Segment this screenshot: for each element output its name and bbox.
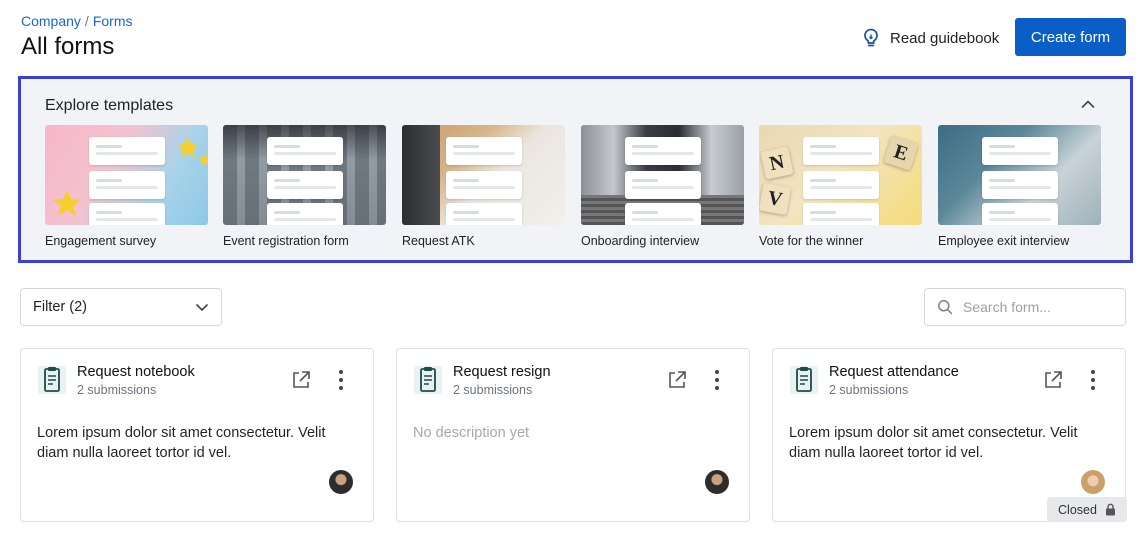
form-description: No description yet — [413, 425, 530, 441]
form-submissions: 2 submissions — [829, 383, 909, 397]
explore-templates-panel: Explore templates Engagement survey Even… — [18, 76, 1133, 263]
form-submissions: 2 submissions — [453, 383, 533, 397]
search-box[interactable] — [924, 288, 1126, 326]
template-card-event-registration[interactable]: Event registration form — [223, 125, 386, 248]
template-thumbnail — [581, 125, 744, 225]
mini-form-card — [89, 137, 165, 165]
lightbulb-icon — [864, 28, 878, 47]
read-guidebook-button[interactable]: Read guidebook — [862, 26, 999, 50]
mini-form-card — [803, 203, 879, 225]
clipboard-icon — [790, 366, 818, 394]
mini-form-card — [982, 203, 1058, 225]
template-thumbnail: N V E — [759, 125, 922, 225]
letter-tile: N — [760, 146, 794, 180]
mini-form-card — [89, 203, 165, 225]
template-label: Request ATK — [402, 234, 475, 248]
template-card-request-atk[interactable]: Request ATK — [402, 125, 565, 248]
external-link-icon[interactable] — [1043, 370, 1063, 390]
more-vertical-icon[interactable] — [335, 369, 347, 391]
template-card-engagement-survey[interactable]: Engagement survey — [45, 125, 208, 248]
mini-form-card — [446, 171, 522, 199]
form-title: Request resign — [453, 364, 551, 380]
clipboard-icon — [38, 366, 66, 394]
breadcrumb: Company / Forms — [21, 13, 132, 29]
form-title: Request attendance — [829, 364, 959, 380]
filter-label: Filter (2) — [33, 299, 87, 315]
laptop-shape — [402, 125, 440, 225]
form-card[interactable]: Request resign 2 submissions No descript… — [396, 348, 750, 522]
mini-form-card — [267, 137, 343, 165]
filter-dropdown[interactable]: Filter (2) — [20, 288, 222, 326]
avatar — [1081, 470, 1105, 494]
template-thumbnail — [45, 125, 208, 225]
form-card[interactable]: Request notebook 2 submissions Lorem ips… — [20, 348, 374, 522]
breadcrumb-forms-link[interactable]: Forms — [93, 13, 133, 29]
template-thumbnail — [223, 125, 386, 225]
mini-form-card — [446, 137, 522, 165]
explore-templates-title: Explore templates — [45, 97, 174, 114]
mini-form-card — [89, 171, 165, 199]
mini-form-card — [267, 171, 343, 199]
form-submissions: 2 submissions — [77, 383, 157, 397]
mini-form-card — [803, 171, 879, 199]
letter-tile: E — [883, 135, 919, 171]
template-card-employee-exit-interview[interactable]: Employee exit interview — [938, 125, 1101, 248]
mini-form-card — [982, 171, 1058, 199]
external-link-icon[interactable] — [667, 370, 687, 390]
template-label: Onboarding interview — [581, 234, 700, 248]
form-description: Lorem ipsum dolor sit amet consectetur. … — [37, 425, 326, 461]
mini-form-card — [625, 203, 701, 225]
search-input[interactable] — [963, 299, 1113, 315]
template-label: Vote for the winner — [759, 234, 864, 248]
mini-form-card — [446, 203, 522, 225]
mini-form-card — [267, 203, 343, 225]
create-form-button[interactable]: Create form — [1015, 18, 1126, 56]
chevron-down-icon — [195, 303, 209, 312]
mini-form-card — [982, 137, 1058, 165]
status-badge-label: Closed — [1058, 502, 1097, 517]
status-badge: Closed — [1047, 497, 1127, 522]
lock-icon — [1105, 503, 1115, 516]
avatar — [705, 470, 729, 494]
letter-tile: V — [759, 182, 792, 216]
more-vertical-icon[interactable] — [711, 369, 723, 391]
form-card[interactable]: Request attendance 2 submissions Lorem i… — [772, 348, 1127, 522]
chevron-up-icon[interactable] — [1080, 98, 1096, 110]
avatar — [329, 470, 353, 494]
breadcrumb-company-link[interactable]: Company — [21, 13, 81, 29]
form-title: Request notebook — [77, 364, 195, 380]
template-thumbnail — [402, 125, 565, 225]
template-card-onboarding-interview[interactable]: Onboarding interview — [581, 125, 744, 248]
template-thumbnail — [938, 125, 1101, 225]
search-icon — [938, 300, 953, 315]
template-label: Employee exit interview — [938, 234, 1070, 248]
mini-form-card — [625, 137, 701, 165]
clipboard-icon — [414, 366, 442, 394]
template-label: Event registration form — [223, 234, 349, 248]
mini-form-card — [625, 171, 701, 199]
template-label: Engagement survey — [45, 234, 157, 248]
form-description: Lorem ipsum dolor sit amet consectetur. … — [789, 425, 1078, 461]
template-card-vote-winner[interactable]: N V E Vote for the winner — [759, 125, 922, 248]
breadcrumb-separator: / — [84, 13, 89, 29]
mini-form-card — [803, 137, 879, 165]
external-link-icon[interactable] — [291, 370, 311, 390]
more-vertical-icon[interactable] — [1087, 369, 1099, 391]
page-title: All forms — [21, 33, 115, 60]
read-guidebook-label: Read guidebook — [890, 29, 1000, 47]
